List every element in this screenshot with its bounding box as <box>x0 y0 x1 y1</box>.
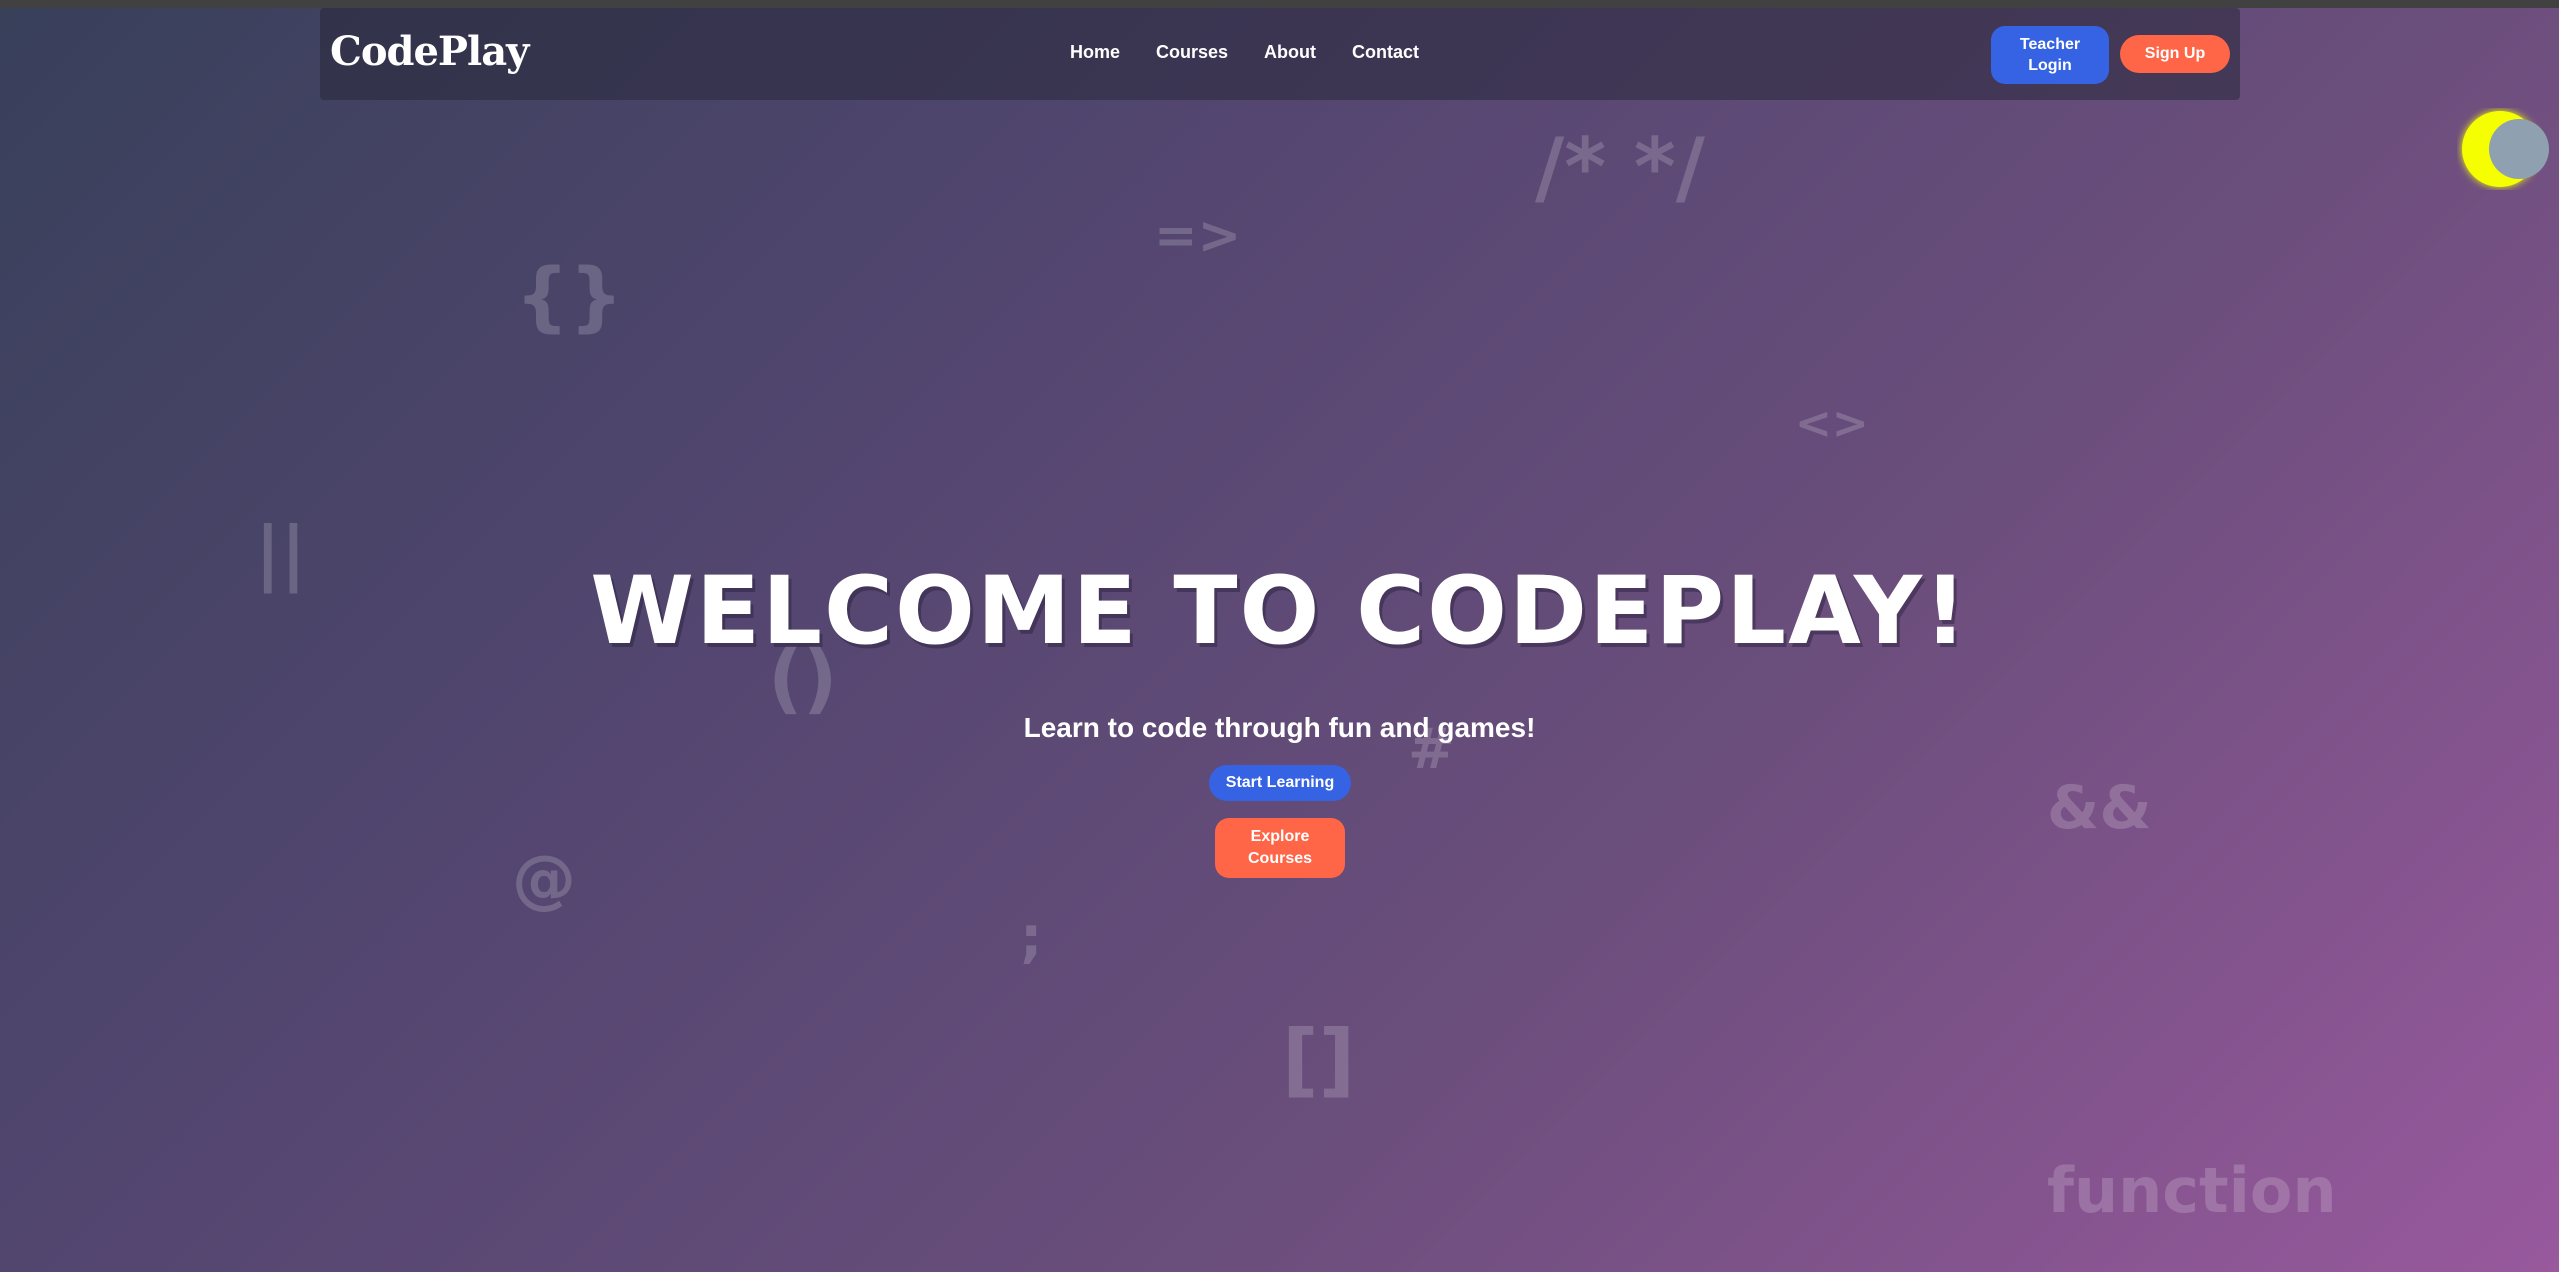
nav-link-contact[interactable]: Contact <box>1352 42 1419 63</box>
browser-top-strip <box>0 0 2559 8</box>
sign-up-button[interactable]: Sign Up <box>2120 35 2230 73</box>
start-learning-button[interactable]: Start Learning <box>1209 765 1351 801</box>
bg-symbol-semicolon: ; <box>1020 905 1043 970</box>
bg-symbol-arrow: => <box>1154 206 1242 266</box>
navbar: CodePlay Home Courses About Contact Teac… <box>320 8 2240 100</box>
teacher-login-button[interactable]: Teacher Login <box>1991 26 2109 84</box>
bg-symbol-brackets: [] <box>1282 1013 1356 1106</box>
explore-line1: Explore <box>1250 828 1310 845</box>
explore-courses-button[interactable]: Explore Courses <box>1215 818 1345 878</box>
nav-links: Home Courses About Contact <box>1070 42 1419 63</box>
bg-symbol-at: @ <box>512 843 576 917</box>
hero-title: WELCOME TO CODEPLAY! <box>590 557 1969 666</box>
bg-symbol-angle: <> <box>1795 398 1869 449</box>
logo[interactable]: CodePlay <box>330 28 529 75</box>
bg-symbol-comment: /* */ <box>1535 121 1705 214</box>
teacher-login-line1: Teacher <box>2019 36 2081 53</box>
moon-icon <box>2462 111 2549 187</box>
theme-toggle-button[interactable] <box>2457 108 2549 190</box>
explore-line2: Courses <box>1247 850 1313 867</box>
nav-link-home[interactable]: Home <box>1070 42 1120 63</box>
teacher-login-line2: Login <box>2028 57 2072 74</box>
bg-symbol-function: function <box>2047 1154 2337 1227</box>
nav-link-courses[interactable]: Courses <box>1156 42 1228 63</box>
bg-symbol-and: && <box>2047 773 2152 843</box>
hero-subtitle: Learn to code through fun and games! <box>1023 712 1536 743</box>
nav-link-about[interactable]: About <box>1264 42 1316 63</box>
explore-courses-label: Explore Courses <box>1248 826 1312 870</box>
bg-symbol-braces: {} <box>515 251 624 340</box>
teacher-login-label: Teacher Login <box>2020 34 2080 76</box>
